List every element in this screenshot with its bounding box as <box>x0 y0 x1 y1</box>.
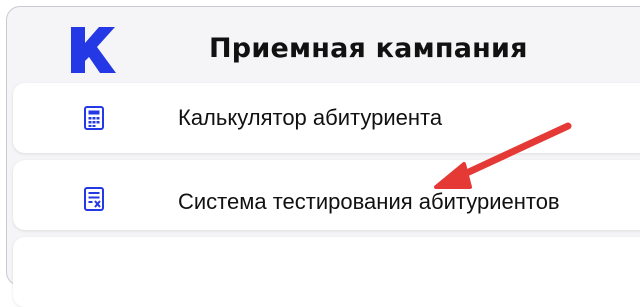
admission-panel: Приемная кампания Калькулятор абитуриент… <box>6 6 640 307</box>
menu-item-label: Калькулятор абитуриента <box>178 105 443 130</box>
k-logo-icon <box>71 27 116 73</box>
menu-item-partial[interactable] <box>13 237 640 307</box>
page-title: Приемная кампания <box>209 33 528 64</box>
panel-header: Приемная кампания <box>7 7 640 83</box>
menu-item-label: Система тестирования абитуриентов <box>178 189 560 214</box>
menu-item-testing-system[interactable]: Система тестирования абитуриентов <box>13 160 640 230</box>
menu-item-calculator[interactable]: Калькулятор абитуриента <box>13 83 640 153</box>
calculator-icon <box>84 106 104 130</box>
test-checklist-icon <box>84 187 104 211</box>
